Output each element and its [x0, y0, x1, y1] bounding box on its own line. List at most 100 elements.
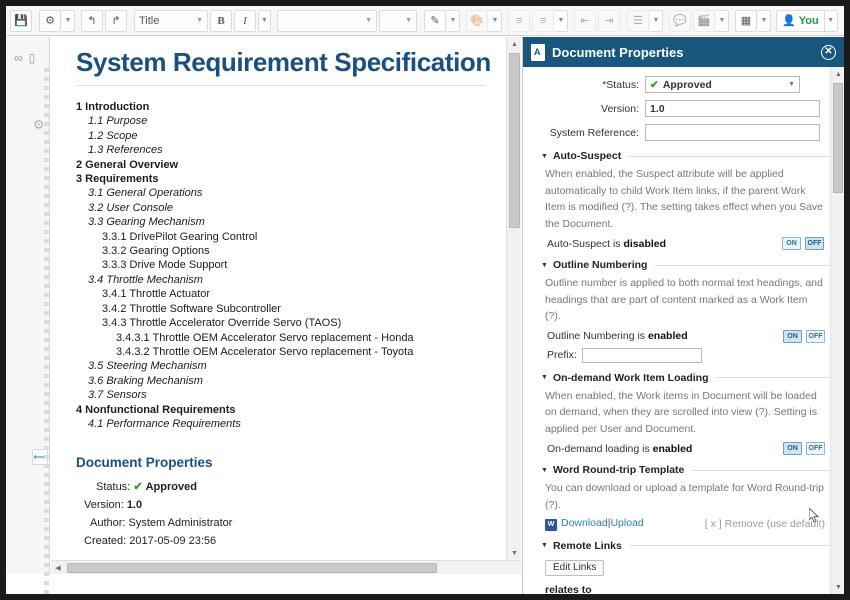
document-vscroll-thumb[interactable] — [509, 53, 520, 228]
toc-entry[interactable]: 1 Introduction — [76, 100, 486, 114]
toc-entry[interactable]: 4 Nonfunctional Requirements — [76, 403, 486, 417]
align-icon[interactable]: ☰ — [627, 10, 649, 32]
toolbar-group-font: ▼ ▼ — [276, 10, 418, 32]
check-icon: ✔ — [133, 481, 142, 493]
undo-icon[interactable]: ↰ — [81, 10, 103, 32]
close-icon[interactable]: ✕ — [821, 45, 836, 60]
edit-links-button[interactable]: Edit Links — [545, 560, 604, 576]
toc-entry[interactable]: 3.5 Steering Mechanism — [88, 359, 486, 373]
font-size-select[interactable]: ▼ — [379, 10, 417, 32]
status-select[interactable]: ✔Approved▼ — [645, 76, 800, 93]
italic-button[interactable]: I — [234, 10, 256, 32]
image-icon[interactable]: 🎨 — [466, 10, 488, 32]
field-label: System Reference: — [527, 127, 645, 139]
gear-icon[interactable]: ⚙ — [39, 10, 61, 32]
toc-entry[interactable]: 3.4 Throttle Mechanism — [88, 273, 486, 287]
toc-entry[interactable]: 1.3 References — [88, 143, 486, 157]
unordered-list-icon[interactable]: ≡ — [532, 10, 554, 32]
scroll-left-icon[interactable]: ◀ — [51, 561, 65, 575]
comment-icon[interactable]: 💬 — [669, 10, 691, 32]
remote-links-section-title[interactable]: ▼ Remote Links — [541, 540, 831, 552]
toc-entry[interactable]: 3.2 User Console — [88, 201, 486, 215]
system-reference-input[interactable] — [645, 124, 820, 141]
ordered-list-icon[interactable]: ≡ — [508, 10, 530, 32]
panel-section-state-row: Outline Numbering is enabledONOFF — [547, 330, 825, 343]
download-upload-links: WDownload|Upload — [545, 517, 644, 531]
panel-section-title[interactable]: ▼Outline Numbering — [541, 259, 831, 271]
bold-button[interactable]: B — [210, 10, 232, 32]
toc-entry[interactable]: 1.1 Purpose — [88, 114, 486, 128]
toc-entry[interactable]: 3.4.3.2 Throttle OEM Accelerator Servo r… — [116, 345, 486, 359]
toc-entry[interactable]: 3.3.2 Gearing Options — [102, 244, 486, 258]
eraser-icon[interactable]: ✎ — [424, 10, 446, 32]
user-icon: 👤 — [782, 14, 796, 27]
toc-entry[interactable]: 3.6 Braking Mechanism — [88, 374, 486, 388]
toc-entry[interactable]: 3.3.3 Drive Mode Support — [102, 258, 486, 272]
panel-vscroll-thumb[interactable] — [833, 83, 843, 193]
version-input[interactable]: 1.0 — [645, 100, 820, 117]
gear-dropdown-caret[interactable]: ▼ — [62, 10, 75, 32]
scroll-up-icon[interactable]: ▲ — [507, 37, 521, 51]
section-rule — [629, 156, 831, 157]
word-roundtrip-section-title[interactable]: ▼ Word Round-trip Template — [541, 464, 831, 476]
toc-entry[interactable]: 3.1 General Operations — [88, 186, 486, 200]
on-toggle-button[interactable]: ON — [783, 442, 802, 455]
document-vertical-scrollbar[interactable]: ▲ ▼ — [506, 37, 521, 560]
outdent-icon[interactable]: ⇤ — [574, 10, 596, 32]
off-toggle-button[interactable]: OFF — [805, 237, 824, 250]
table-caret[interactable]: ▼ — [758, 10, 771, 32]
toc-entry[interactable]: 3.4.3 Throttle Accelerator Override Serv… — [102, 316, 486, 330]
on-toggle-button[interactable]: ON — [782, 237, 801, 250]
toc-entry[interactable]: 3 Requirements — [76, 172, 486, 186]
toc-entry[interactable]: 3.4.3.1 Throttle OEM Accelerator Servo r… — [116, 331, 486, 345]
remote-link-groups: relates to387: AMR Stakeholder Requireme… — [527, 584, 831, 595]
media-caret[interactable]: ▼ — [716, 10, 729, 32]
bookmark-icon[interactable]: ▯ — [29, 51, 36, 65]
off-toggle-button[interactable]: OFF — [806, 330, 825, 343]
upload-link[interactable]: Upload — [610, 517, 643, 529]
toc-entry[interactable]: 4.1 Performance Requirements — [88, 417, 486, 431]
toc-entry[interactable]: 3.4.2 Throttle Software Subcontroller — [102, 302, 486, 316]
download-link[interactable]: Download — [561, 517, 608, 529]
media-icon[interactable]: 🎬 — [693, 10, 715, 32]
image-caret[interactable]: ▼ — [489, 10, 502, 32]
table-icon[interactable]: ▦ — [735, 10, 757, 32]
gear-icon[interactable]: ⚙ — [33, 117, 45, 133]
style-select[interactable]: Title ▼ — [134, 10, 208, 32]
on-toggle-button[interactable]: ON — [783, 330, 802, 343]
section-title-text: Outline Numbering — [553, 259, 648, 271]
indent-icon[interactable]: ⇥ — [598, 10, 620, 32]
prefix-input[interactable] — [582, 348, 702, 363]
user-caret[interactable]: ▼ — [825, 10, 838, 32]
user-filter-button[interactable]: 👤 You — [776, 10, 825, 32]
property-value: 1.0 — [127, 499, 142, 511]
save-icon[interactable]: 💾 — [10, 10, 32, 32]
off-toggle-button[interactable]: OFF — [806, 442, 825, 455]
scroll-up-icon[interactable]: ▲ — [831, 67, 844, 81]
toolbar-group-style: Title ▼ B I ▼ — [133, 10, 271, 32]
font-family-select[interactable]: ▼ — [277, 10, 377, 32]
redo-icon[interactable]: ↱ — [105, 10, 127, 32]
toc-entry[interactable]: 3.3 Gearing Mechanism — [88, 215, 486, 229]
panel-vertical-scrollbar[interactable]: ▲ ▼ — [830, 67, 844, 594]
eraser-caret[interactable]: ▼ — [447, 10, 460, 32]
document-horizontal-scrollbar[interactable]: ◀ ▶ — [51, 560, 521, 574]
text-format-caret[interactable]: ▼ — [258, 10, 271, 32]
align-caret[interactable]: ▼ — [650, 10, 663, 32]
list-caret[interactable]: ▼ — [555, 10, 568, 32]
panel-section-title[interactable]: ▼On-demand Work Item Loading — [541, 372, 831, 384]
remove-template-link[interactable]: [ x ] Remove (use default) — [705, 518, 825, 530]
toc-entry[interactable]: 3.7 Sensors — [88, 388, 486, 402]
panel-section-title[interactable]: ▼Auto-Suspect — [541, 150, 831, 162]
scroll-down-icon[interactable]: ▼ — [507, 546, 521, 560]
panel-body: *Status:✔Approved▼Version:1.0System Refe… — [523, 67, 844, 594]
chain-link-icon[interactable]: ∞ — [14, 51, 23, 65]
toc-entry[interactable]: 1.2 Scope — [88, 129, 486, 143]
document-hscroll-thumb[interactable] — [67, 563, 437, 573]
toolbar-group-columns: ▦ ▼ — [843, 10, 844, 32]
toc-entry[interactable]: 3.3.1 DrivePilot Gearing Control — [102, 230, 486, 244]
toc-entry[interactable]: 3.4.1 Throttle Actuator — [102, 287, 486, 301]
toc-entry[interactable]: 2 General Overview — [76, 158, 486, 172]
scroll-down-icon[interactable]: ▼ — [831, 580, 844, 594]
document-properties-heading: Document Properties — [76, 455, 486, 470]
